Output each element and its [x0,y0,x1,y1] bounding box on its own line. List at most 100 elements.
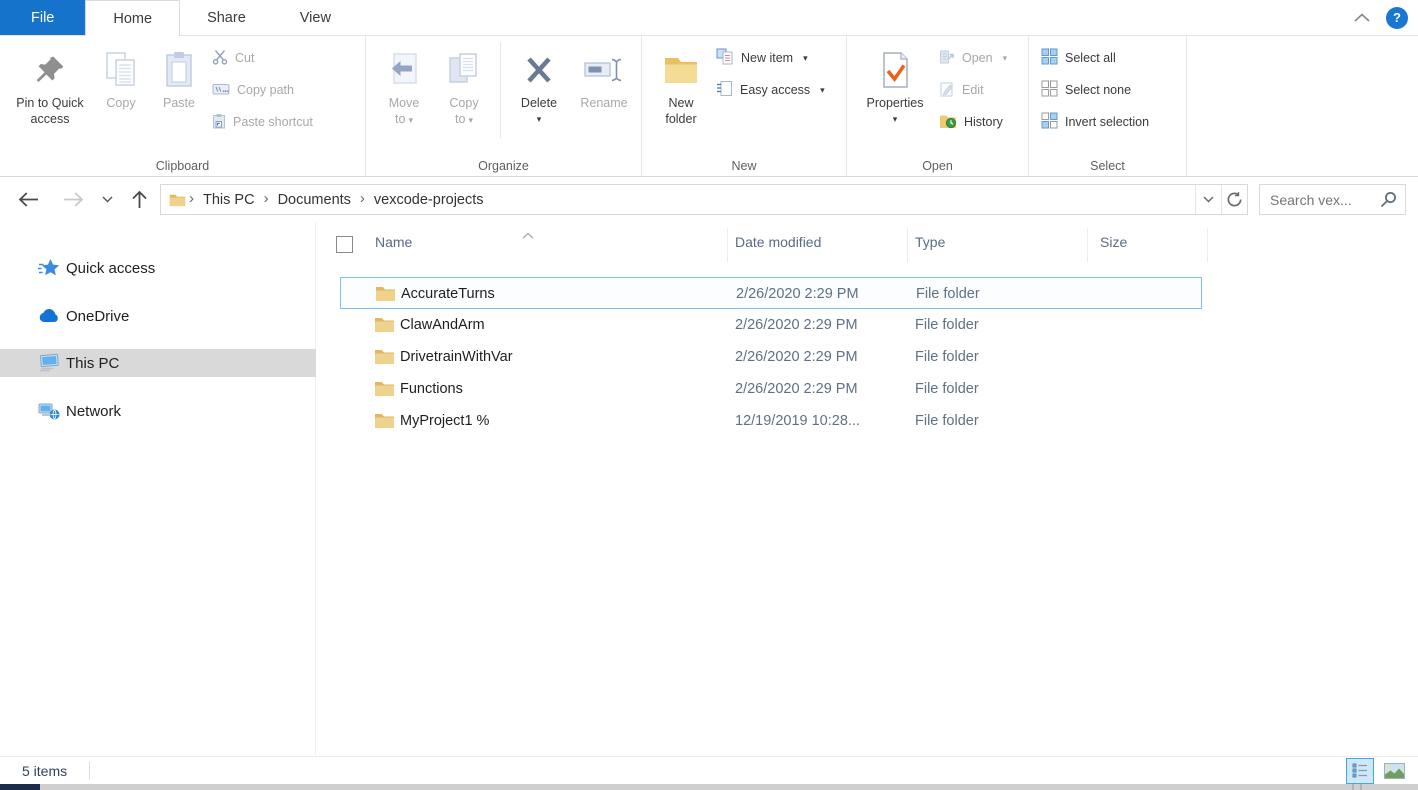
folder-icon [374,316,395,337]
pin-to-quick-access-button[interactable]: Pin to Quick access [8,36,92,127]
file-explorer-window: File Home Share View ? Pin to Quick acce… [0,0,1418,790]
scissors-icon [212,49,228,68]
move-to-button[interactable]: Move to▾ [374,36,434,127]
navigation-pane: Quick access OneDrive [0,222,316,756]
large-icons-view-button[interactable] [1382,761,1406,781]
forward-button[interactable] [63,191,84,208]
folder-icon [374,412,395,433]
network-icon [37,402,61,421]
dropdown-caret-icon: ▾ [537,114,542,125]
tab-file[interactable]: File [0,0,85,35]
pushpin-icon [34,44,66,96]
open-icon [939,49,955,68]
edit-button[interactable]: Edit [935,78,1021,102]
breadcrumb-documents[interactable]: Documents [272,192,357,208]
new-folder-button[interactable]: New folder [650,36,712,127]
column-divider[interactable] [1207,228,1208,262]
column-header-type[interactable]: Type [915,234,945,250]
select-none-button[interactable]: Select none [1037,78,1177,102]
ribbon-group-organize: Move to▾ Copy to▾ Delete ▾ [366,36,642,176]
new-item-button[interactable]: New item ▾ [712,46,834,70]
breadcrumb-vexcode-projects[interactable]: vexcode-projects [368,192,490,208]
search-icon[interactable] [1378,191,1405,208]
copy-to-button[interactable]: Copy to▾ [434,36,494,127]
status-divider [89,762,90,780]
organize-divider [500,42,501,138]
file-row-clawandarm[interactable]: ClawAndArm 2/26/2020 2:29 PM File folder [340,309,1202,341]
column-divider[interactable] [727,228,728,262]
copy-button[interactable]: Copy [92,36,150,112]
navigation-bar: › This PC › Documents › vexcode-projects [0,177,1418,222]
paste-icon [164,44,194,96]
column-divider[interactable] [1087,228,1088,262]
breadcrumb-this-pc[interactable]: This PC [197,192,261,208]
delete-x-icon [523,44,555,96]
column-header-date-modified[interactable]: Date modified [735,234,821,250]
ribbon: Pin to Quick access Copy [0,36,1418,177]
select-all-checkbox[interactable] [336,236,353,253]
quick-access-star-icon [37,258,61,278]
address-bar[interactable]: › This PC › Documents › vexcode-projects [160,184,1248,215]
file-row-accurateturns[interactable]: AccurateTurns 2/26/2020 2:29 PM File fol… [340,277,1202,309]
file-row-functions[interactable]: Functions 2/26/2020 2:29 PM File folder [340,373,1202,405]
item-count: 5 items [22,763,67,779]
invert-selection-icon [1041,112,1058,132]
help-icon[interactable]: ? [1386,7,1408,29]
taskbar-accent [0,784,40,790]
dropdown-caret-icon: ▾ [408,115,413,125]
edit-icon [939,81,955,100]
rename-button[interactable]: Rename [571,36,637,112]
refresh-icon[interactable] [1221,185,1247,214]
history-button[interactable]: History [935,110,1021,134]
collapse-ribbon-icon[interactable] [1354,9,1370,27]
address-dropdown-chevron-icon[interactable] [1195,185,1221,214]
cut-button[interactable]: Cut [208,46,350,70]
dropdown-caret-icon: ▾ [893,114,898,125]
properties-button[interactable]: Properties ▾ [855,36,935,125]
folder-icon [375,285,396,306]
search-box[interactable] [1259,184,1406,215]
tab-view[interactable]: View [273,0,358,35]
status-bar: 5 items [0,756,1418,784]
sidebar-item-network[interactable]: Network [0,397,316,425]
paste-shortcut-icon [212,113,226,132]
column-header-size[interactable]: Size [1100,234,1127,250]
sidebar-item-quick-access[interactable]: Quick access [0,254,316,282]
select-all-button[interactable]: Select all [1037,46,1177,70]
rename-icon [583,44,625,96]
copy-path-button[interactable]: Copy path [208,78,350,102]
paste-button[interactable]: Paste [150,36,208,112]
move-to-icon [387,44,421,96]
delete-button[interactable]: Delete ▾ [507,36,571,125]
invert-selection-button[interactable]: Invert selection [1037,110,1177,134]
breadcrumb-chevron-icon[interactable]: › [357,190,368,207]
sidebar-item-this-pc[interactable]: This PC [0,349,316,377]
column-divider[interactable] [907,228,908,262]
paste-shortcut-button[interactable]: Paste shortcut [208,110,350,134]
address-folder-icon [161,193,186,207]
group-label-clipboard: Clipboard [0,159,365,173]
dropdown-caret-icon: ▾ [803,53,808,64]
breadcrumb-chevron-icon[interactable]: › [261,190,272,207]
file-row-drivetrainwithvar[interactable]: DrivetrainWithVar 2/26/2020 2:29 PM File… [340,341,1202,373]
back-button[interactable] [18,191,39,208]
details-view-button[interactable] [1346,758,1374,784]
up-button[interactable] [131,190,148,209]
ribbon-group-open: Properties ▾ Open ▾ [847,36,1029,176]
recent-locations-chevron-icon[interactable] [102,196,113,203]
tab-share[interactable]: Share [180,0,273,35]
easy-access-icon [716,80,733,100]
column-header-name[interactable]: Name [375,234,412,250]
group-label-select: Select [1029,159,1186,173]
easy-access-button[interactable]: Easy access ▾ [712,78,834,102]
folder-icon [374,380,395,401]
ribbon-group-new: New folder New item ▾ [642,36,847,176]
sidebar-item-onedrive[interactable]: OneDrive [0,302,316,330]
tab-home[interactable]: Home [85,0,180,36]
open-button[interactable]: Open ▾ [935,46,1021,70]
search-input[interactable] [1260,191,1378,209]
this-pc-monitor-icon [37,354,61,373]
ribbon-group-clipboard: Pin to Quick access Copy [0,36,366,176]
file-row-myproject1[interactable]: MyProject1 % 12/19/2019 10:28... File fo… [340,405,1202,437]
column-headers: Name Date modified Type Size [316,226,1418,262]
